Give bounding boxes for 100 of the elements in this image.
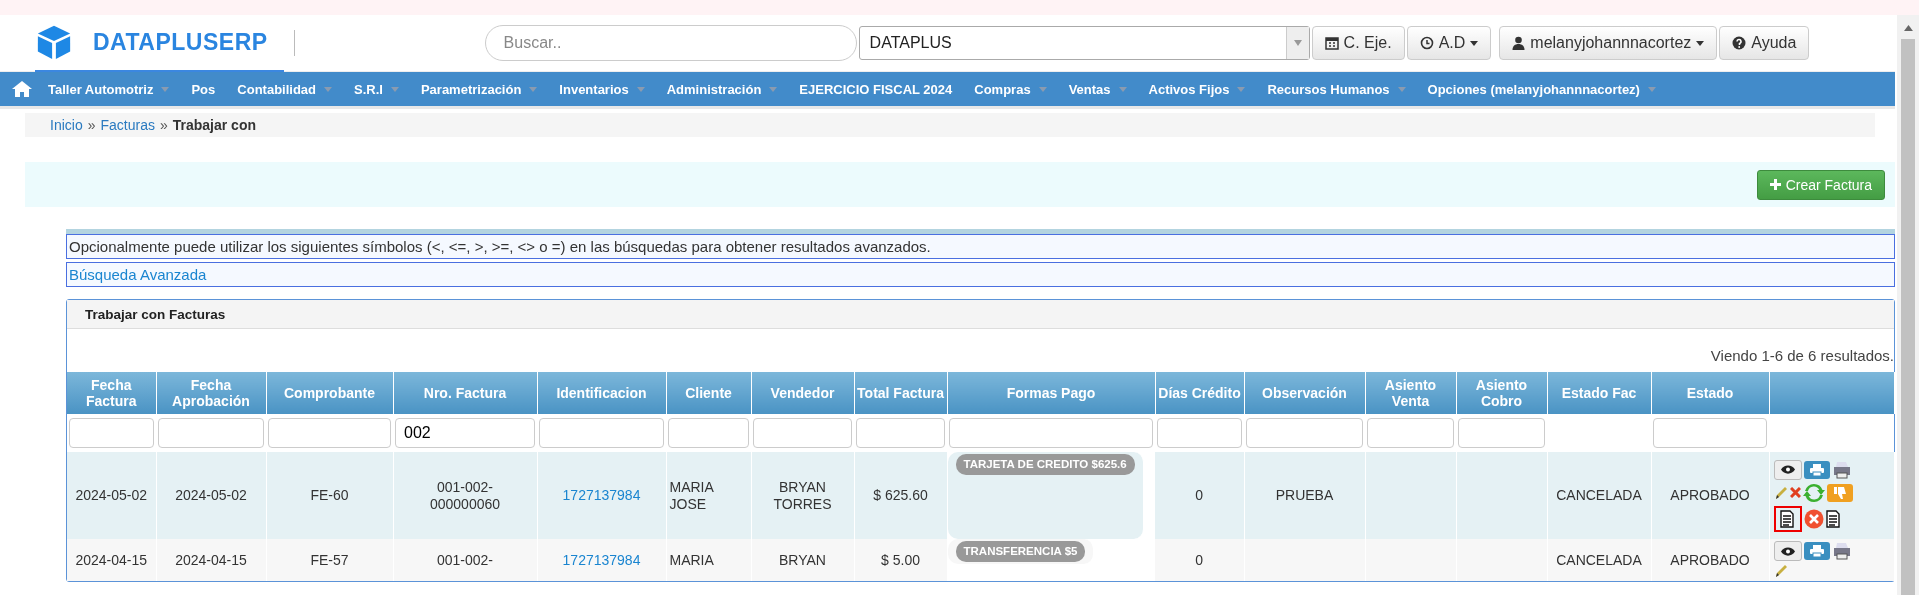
scrollbar-thumb[interactable] <box>1901 38 1915 595</box>
column-header[interactable]: Fecha Aprobación <box>156 372 266 414</box>
menu-item[interactable]: Taller Automotriz <box>48 81 170 97</box>
cell-text: 2024-05-02 <box>75 487 148 503</box>
dislike-button[interactable] <box>1826 483 1853 502</box>
menu-item[interactable]: Opciones (melanyjohannnacortez) <box>1427 81 1656 97</box>
menu-item[interactable]: Inventarios <box>559 81 645 97</box>
menu-item[interactable]: Ventas <box>1068 81 1127 97</box>
cube-logo-icon <box>35 23 73 61</box>
create-invoice-button[interactable]: Crear Factura <box>1756 169 1885 200</box>
breadcrumb-link[interactable]: Inicio <box>50 117 83 133</box>
printer-icon[interactable] <box>1831 541 1852 561</box>
scroll-up-arrow-icon[interactable] <box>1903 25 1913 31</box>
menu-item[interactable]: Activos Fijos <box>1148 81 1246 97</box>
filter-field[interactable] <box>668 418 749 448</box>
cancel-icon[interactable] <box>1803 508 1824 529</box>
cell-text: APROBADO <box>1670 487 1750 503</box>
dropdown-arrow-icon <box>1293 40 1302 46</box>
column-header[interactable]: Asiento Cobro <box>1456 372 1547 414</box>
document-icon[interactable] <box>1779 509 1796 528</box>
filter-field[interactable] <box>1246 418 1363 448</box>
header-button[interactable]: Ayuda <box>1719 26 1810 60</box>
help-icon <box>1732 36 1747 50</box>
pencil-icon[interactable] <box>1773 484 1788 501</box>
column-header[interactable]: Cliente <box>666 372 751 414</box>
cell-text: $ 5.00 <box>881 551 920 568</box>
pencil-icon[interactable] <box>1773 563 1788 579</box>
print-button[interactable] <box>1803 542 1830 560</box>
column-header[interactable]: Total Factura <box>854 372 947 414</box>
panel-title: Trabajar con Facturas <box>85 306 226 322</box>
filter-field[interactable] <box>158 418 264 448</box>
menu-item[interactable]: Recursos Humanos <box>1267 81 1406 97</box>
column-header[interactable]: Estado <box>1651 372 1769 414</box>
cell-text: BRYAN TORRES <box>773 478 832 512</box>
filter-field[interactable] <box>949 418 1153 448</box>
header-button[interactable]: A.D <box>1406 26 1492 60</box>
brand-name: DATAPLUSERP <box>93 28 268 56</box>
cell-text: FE-60 <box>310 487 349 503</box>
filter-field[interactable] <box>1367 418 1454 448</box>
cell-text: CANCELADA <box>1556 487 1642 503</box>
filter-field[interactable] <box>1157 418 1242 448</box>
column-header[interactable]: Nro. Factura <box>393 372 537 414</box>
cell-text: 2024-04-15 <box>75 551 148 568</box>
cell-text: APROBADO <box>1670 551 1750 568</box>
home-icon[interactable] <box>12 81 32 97</box>
filter-field[interactable] <box>753 418 852 448</box>
payment-tag: TARJETA DE CREDITO $625.6 <box>955 454 1135 475</box>
clock-icon <box>1419 36 1434 50</box>
header-button[interactable]: melanyjohannnacortez <box>1499 26 1718 60</box>
column-header[interactable]: Días Crédito <box>1155 372 1244 414</box>
column-header[interactable]: Comprobante <box>266 372 393 414</box>
cell-text: FE-57 <box>310 551 349 568</box>
column-header[interactable]: Asiento Venta <box>1365 372 1456 414</box>
cell-text: CANCELADA <box>1556 551 1642 568</box>
scrollbar[interactable] <box>1897 15 1919 595</box>
column-header[interactable]: Fecha Factura <box>67 372 156 414</box>
filter-field[interactable] <box>856 418 945 448</box>
advanced-search-link[interactable]: Búsqueda Avanzada <box>69 266 207 283</box>
results-summary: Viendo 1-6 de 6 resultados. <box>1710 347 1894 364</box>
menu-item[interactable]: Compras <box>974 81 1047 97</box>
menu-item[interactable]: Pos <box>191 81 216 97</box>
column-header[interactable]: Vendedor <box>751 372 854 414</box>
filter-field[interactable] <box>539 418 664 448</box>
column-header[interactable]: Estado Fac <box>1547 372 1651 414</box>
company-select[interactable]: DATAPLUS <box>858 26 1310 60</box>
search-field[interactable]: Buscar.. <box>484 25 857 61</box>
cell-text: 001-002- 000000060 <box>429 478 501 512</box>
column-header[interactable]: Formas Pago <box>947 372 1155 414</box>
info-note: Opcionalmente puede utilizar los siguientes símbolos (<, <=, >, >=, <> o =) en las búsquedas para obtener resultados avanzados. <box>66 234 1895 259</box>
view-button[interactable] <box>1773 459 1802 480</box>
menu-item[interactable]: Administración <box>666 81 778 97</box>
close-icon[interactable] <box>1789 487 1801 498</box>
filter-field[interactable] <box>69 418 154 448</box>
print-icon <box>1809 545 1824 557</box>
header-button[interactable]: C. Eje. <box>1311 26 1405 60</box>
printer-icon[interactable] <box>1831 459 1852 480</box>
filter-field[interactable] <box>1653 418 1767 448</box>
document-icon[interactable] <box>1825 509 1842 528</box>
breadcrumb-separator: » <box>87 117 96 133</box>
filter-field[interactable]: 002 <box>395 418 535 448</box>
calendar-icon <box>1324 36 1339 50</box>
menu-item[interactable]: S.R.I <box>354 81 399 97</box>
column-header[interactable]: Identificacion <box>537 372 666 414</box>
breadcrumb-current: Trabajar con <box>172 117 256 133</box>
print-button[interactable] <box>1803 460 1830 479</box>
breadcrumb-separator: » <box>159 117 168 133</box>
identification-link[interactable]: 1727137984 <box>562 487 641 503</box>
filter-field[interactable] <box>268 418 391 448</box>
menu-item[interactable]: Parametrización <box>420 81 538 97</box>
menu-item[interactable]: Contabilidad <box>237 81 332 97</box>
identification-link[interactable]: 1727137984 <box>562 551 641 568</box>
filter-field[interactable] <box>1458 418 1545 448</box>
cell-text: 001-002- <box>436 551 493 568</box>
eye-icon <box>1780 465 1795 474</box>
breadcrumb-link[interactable]: Facturas <box>100 117 155 133</box>
cell-text: 2024-05-02 <box>175 487 247 503</box>
column-header[interactable]: Observación <box>1244 372 1365 414</box>
view-button[interactable] <box>1773 541 1802 561</box>
menu-item[interactable]: EJERCICIO FISCAL 2024 <box>799 81 953 97</box>
cell-text: MARIA JOSE <box>669 478 714 512</box>
